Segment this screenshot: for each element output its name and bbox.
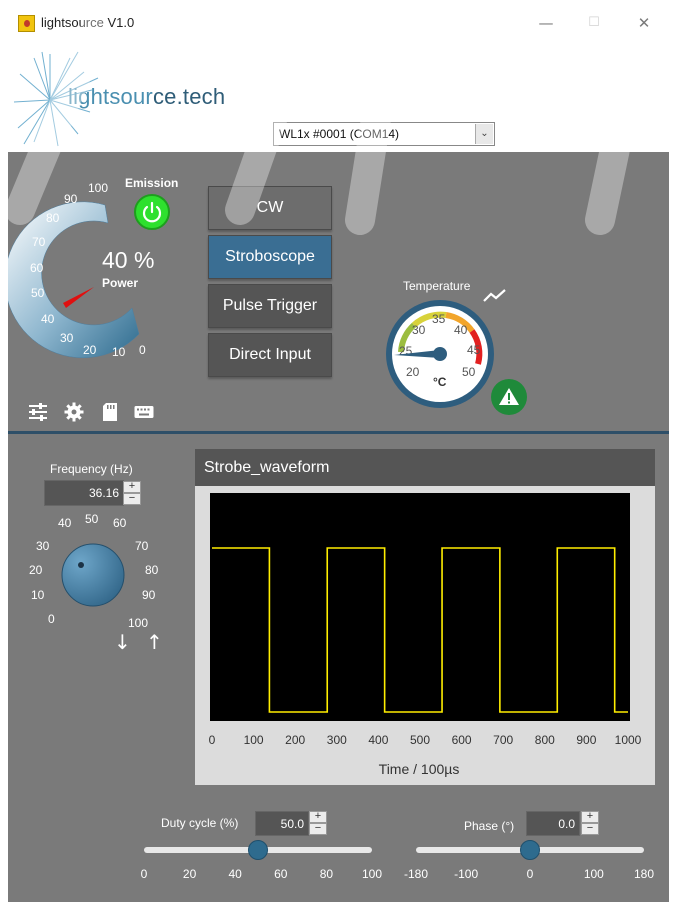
plot-area	[210, 493, 630, 721]
frequency-up-button[interactable]: ↑	[146, 630, 163, 654]
sliders-icon[interactable]	[28, 402, 48, 422]
power-label: Power	[102, 276, 139, 290]
svg-text:30: 30	[60, 331, 74, 345]
svg-text:50: 50	[462, 365, 476, 379]
svg-text:60: 60	[113, 516, 127, 530]
svg-text:30: 30	[412, 323, 426, 337]
app-icon	[18, 15, 35, 32]
x-tick-label: 900	[576, 733, 596, 747]
phase-thumb[interactable]	[520, 840, 540, 860]
chart-title: Strobe_waveform	[195, 449, 655, 486]
svg-text:60: 60	[30, 261, 44, 275]
power-icon	[142, 201, 162, 223]
mode-cw-button[interactable]: CW	[208, 186, 332, 230]
frequency-stepper[interactable]: + −	[123, 481, 141, 505]
temperature-label: Temperature	[403, 279, 471, 293]
device-select[interactable]: WL1x #0001 (COM14) ⌄	[273, 122, 495, 146]
svg-text:20: 20	[406, 365, 420, 379]
waveform-plot: 0 100 200 300 400 500 600 700 800 900 1000 Time / …	[209, 493, 642, 777]
svg-text:90: 90	[142, 588, 156, 602]
warning-button[interactable]	[491, 379, 527, 415]
x-tick-label: 500	[410, 733, 430, 747]
svg-text:70: 70	[32, 235, 46, 249]
duty-cycle-label: Duty cycle (%)	[161, 816, 239, 830]
warning-icon	[499, 388, 519, 405]
title-bar: lightsource V1.0 — ☐ ✕	[0, 0, 673, 48]
x-tick-label: 200	[285, 733, 305, 747]
frequency-label: Frequency (Hz)	[50, 462, 133, 476]
device-select-value: WL1x #0001 (COM14)	[279, 127, 400, 141]
mode-pulse-trigger-button[interactable]: Pulse Trigger	[208, 284, 332, 328]
svg-text:50: 50	[31, 286, 45, 300]
svg-text:70: 70	[135, 539, 149, 553]
logo-text: lightsource.tech	[68, 84, 226, 109]
stroboscope-panel: Frequency (Hz) 36.16 + − 0 10 20 30 40 5…	[8, 434, 669, 902]
temperature-unit: °C	[433, 375, 447, 389]
chevron-down-icon[interactable]: ⌄	[475, 124, 493, 144]
x-tick-label: 600	[452, 733, 472, 747]
svg-text:100: 100	[128, 616, 148, 630]
svg-text:10: 10	[31, 588, 45, 602]
x-tick-label: 0	[209, 733, 216, 747]
svg-text:100: 100	[88, 181, 108, 195]
svg-text:35: 35	[432, 312, 446, 326]
svg-text:40: 40	[58, 516, 72, 530]
svg-text:45: 45	[467, 343, 481, 357]
svg-text:0: 0	[139, 343, 146, 357]
x-tick-label: 700	[493, 733, 513, 747]
keyboard-icon[interactable]	[134, 402, 154, 422]
emission-button[interactable]	[134, 194, 170, 230]
x-tick-label: 400	[368, 733, 388, 747]
x-tick-label: 300	[327, 733, 347, 747]
frequency-knob[interactable]: 0 10 20 30 40 50 60 70 80 90 100	[18, 510, 178, 630]
svg-text:90: 90	[64, 192, 78, 206]
frequency-decrement[interactable]: −	[123, 493, 141, 505]
svg-text:20: 20	[29, 563, 43, 577]
svg-text:20: 20	[83, 343, 97, 357]
waveform-chart: Strobe_waveform 0 100 200 300 400 500 600 700 80…	[195, 449, 655, 785]
temperature-gauge: 20 25 30 35 40 45 50 °C	[386, 300, 494, 408]
frequency-input[interactable]: 36.16	[44, 480, 124, 506]
svg-text:30: 30	[36, 539, 50, 553]
duty-cycle-decrement[interactable]: −	[309, 823, 327, 835]
mode-stroboscope-button[interactable]: Stroboscope	[208, 235, 332, 279]
svg-text:40: 40	[41, 312, 55, 326]
x-axis-label: Time / 100µs	[379, 761, 460, 777]
window-title: lightsource V1.0	[41, 15, 135, 30]
svg-text:80: 80	[145, 563, 159, 577]
control-panel: 100 90 80 70 60 50 40 30 20 10 0 40 % Po…	[8, 152, 669, 432]
duty-cycle-stepper[interactable]: + −	[309, 811, 327, 835]
x-tick-label: 1000	[615, 733, 642, 747]
close-button[interactable]: ✕	[630, 9, 658, 37]
svg-text:50: 50	[85, 512, 99, 526]
sd-card-icon[interactable]	[100, 402, 120, 422]
chart-frame: 0 100 200 300 400 500 600 700 800 900 1000 Time / …	[195, 486, 655, 785]
frequency-down-button[interactable]: ↓	[114, 630, 131, 654]
phase-decrement[interactable]: −	[581, 823, 599, 835]
gear-icon[interactable]	[64, 402, 84, 422]
header: lightsource.tech WL1x #0001 (COM14) ⌄	[8, 48, 669, 152]
power-value: 40 %	[102, 247, 155, 273]
phase-label: Phase (°)	[464, 819, 515, 833]
mode-direct-input-button[interactable]: Direct Input	[208, 333, 332, 377]
svg-text:40: 40	[454, 323, 468, 337]
svg-text:0: 0	[48, 612, 55, 626]
svg-text:80: 80	[46, 211, 60, 225]
minimize-button[interactable]: —	[532, 9, 560, 37]
knob-indicator	[78, 562, 84, 568]
x-tick-label: 100	[244, 733, 264, 747]
svg-text:10: 10	[112, 345, 126, 359]
power-needle	[63, 287, 94, 308]
x-tick-label: 800	[535, 733, 555, 747]
duty-cycle-thumb[interactable]	[248, 840, 268, 860]
phase-stepper[interactable]: + −	[581, 811, 599, 835]
duty-cycle-input[interactable]: 50.0	[255, 811, 309, 836]
maximize-button[interactable]: ☐	[580, 9, 608, 37]
emission-label: Emission	[125, 176, 179, 190]
phase-input[interactable]: 0.0	[526, 811, 580, 836]
